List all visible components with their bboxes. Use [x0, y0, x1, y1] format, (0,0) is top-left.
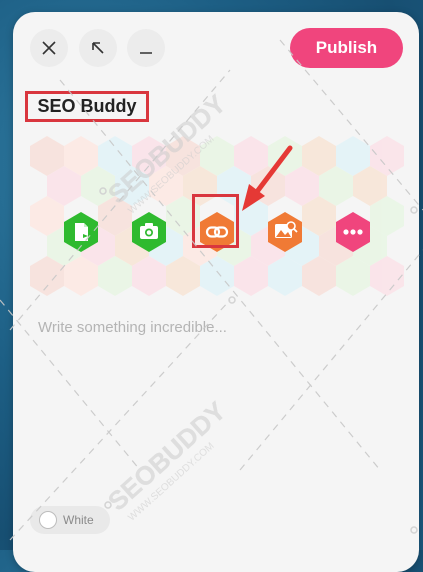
publish-button[interactable]: Publish	[290, 28, 403, 68]
post-body-input[interactable]: Write something incredible...	[38, 319, 227, 336]
theme-toggle-label: White	[63, 513, 94, 527]
file-icon	[75, 223, 88, 241]
theme-toggle-radio[interactable]	[39, 511, 57, 529]
composer-panel: Publish SEO Buddy Write something incred…	[13, 12, 419, 572]
post-title-frame: SEO Buddy	[25, 91, 149, 122]
expand-button[interactable]	[79, 29, 117, 67]
post-title[interactable]: SEO Buddy	[37, 96, 136, 117]
link-button-highlight	[192, 194, 239, 248]
arrow-up-left-icon	[92, 42, 104, 54]
minimize-button[interactable]	[127, 29, 165, 67]
close-button[interactable]	[30, 29, 68, 67]
theme-toggle[interactable]: White	[30, 506, 110, 534]
more-dots-icon	[343, 229, 363, 235]
close-icon	[42, 41, 56, 55]
minimize-icon	[140, 52, 152, 54]
